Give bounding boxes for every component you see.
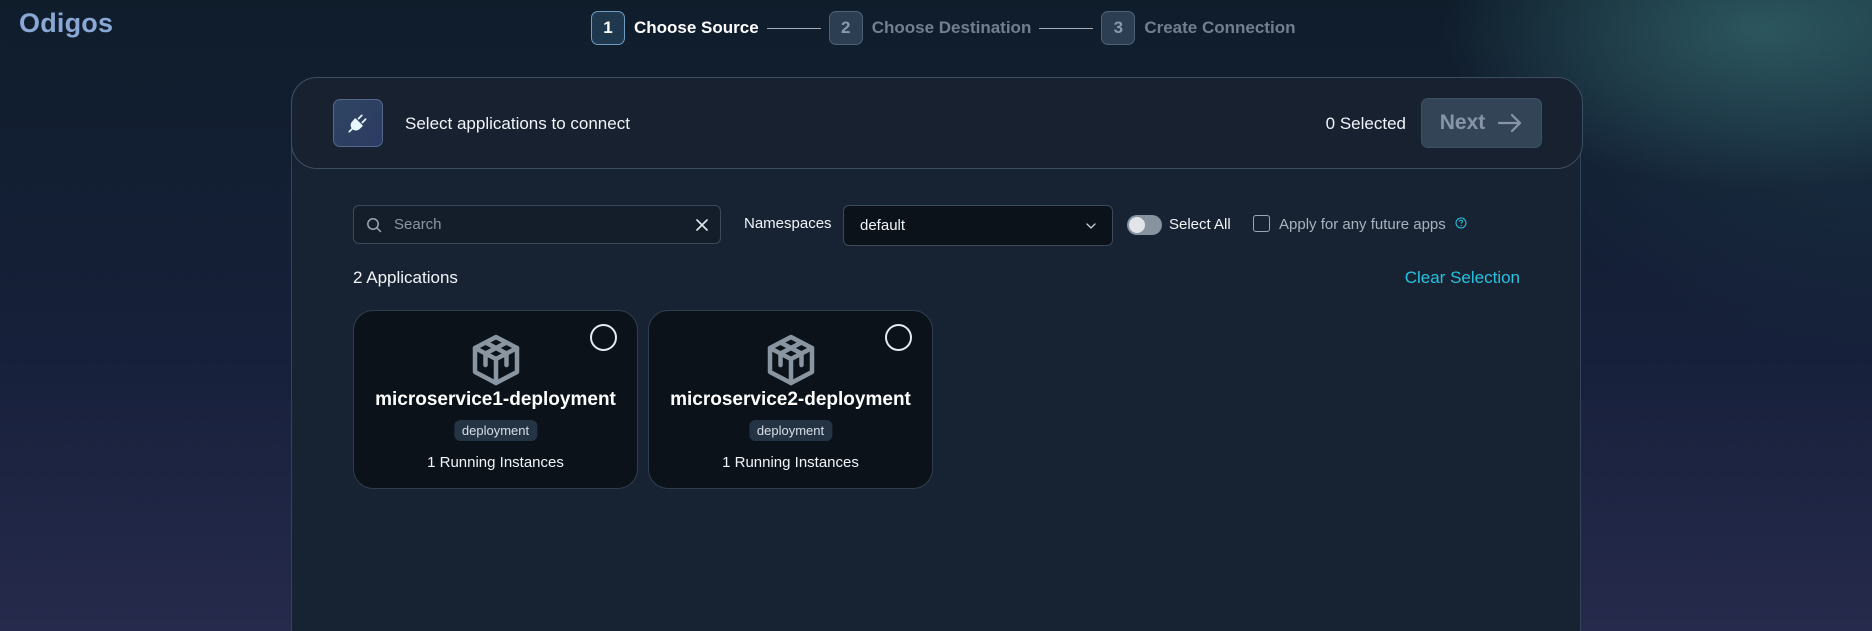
app-kind-badge: deployment xyxy=(453,420,538,441)
next-button[interactable]: Next xyxy=(1421,98,1542,148)
search-field[interactable]: Search xyxy=(353,205,721,244)
step-connector xyxy=(1039,27,1094,29)
app-instances: 1 Running Instances xyxy=(722,454,859,471)
search-input[interactable]: Search xyxy=(394,216,696,233)
step-choose-destination: 2 Choose Destination xyxy=(828,11,1032,45)
step-number: 3 xyxy=(1101,11,1136,45)
card-select-radio[interactable] xyxy=(590,324,617,351)
select-all-label: Select All xyxy=(1169,216,1231,233)
cube-icon xyxy=(472,334,520,386)
step-create-connection: 3 Create Connection xyxy=(1101,11,1295,45)
card-select-radio[interactable] xyxy=(885,324,912,351)
step-label: Choose Source xyxy=(634,18,759,37)
step-label: Choose Destination xyxy=(871,18,1032,37)
namespace-value: default xyxy=(860,217,906,234)
cube-icon xyxy=(767,334,815,386)
main-panel: Select applications to connect 0 Selecte… xyxy=(291,77,1583,631)
app-kind-badge: deployment xyxy=(748,420,833,441)
app-name: microservice1-deployment xyxy=(375,389,616,410)
step-number: 1 xyxy=(591,11,625,45)
app-logo[interactable]: Odigos xyxy=(19,8,113,39)
app-instances: 1 Running Instances xyxy=(427,454,564,471)
app-card[interactable]: microservice1-deployment deployment 1 Ru… xyxy=(353,310,638,489)
app-card[interactable]: microservice2-deployment deployment 1 Ru… xyxy=(648,310,933,489)
step-choose-source: 1 Choose Source xyxy=(591,11,759,45)
step-label: Create Connection xyxy=(1144,18,1296,37)
next-label: Next xyxy=(1439,111,1486,134)
toggle-knob xyxy=(1129,217,1145,233)
chevron-down-icon xyxy=(1086,222,1096,229)
namespaces-label: Namespaces xyxy=(744,215,832,232)
step-connector xyxy=(766,27,821,29)
applications-count: 2 Applications xyxy=(353,268,458,287)
step-number: 2 xyxy=(828,11,863,45)
clear-selection-link[interactable]: Clear Selection xyxy=(1405,268,1520,288)
namespace-select[interactable]: default xyxy=(843,205,1113,246)
plug-icon xyxy=(333,99,383,147)
arrow-right-icon xyxy=(1498,113,1522,133)
help-icon[interactable] xyxy=(1455,217,1467,229)
search-icon xyxy=(367,217,382,232)
clear-icon[interactable] xyxy=(696,218,708,231)
panel-header: Select applications to connect 0 Selecte… xyxy=(291,77,1583,169)
select-all-toggle[interactable] xyxy=(1127,215,1162,235)
selected-count: 0 Selected xyxy=(1325,114,1406,133)
future-apps-label: Apply for any future apps xyxy=(1279,216,1446,233)
future-apps-checkbox[interactable] xyxy=(1253,215,1270,232)
app-name: microservice2-deployment xyxy=(670,389,911,410)
header-title: Select applications to connect xyxy=(405,114,630,133)
stepper: 1 Choose Source 2 Choose Destination 3 C… xyxy=(591,11,1295,45)
